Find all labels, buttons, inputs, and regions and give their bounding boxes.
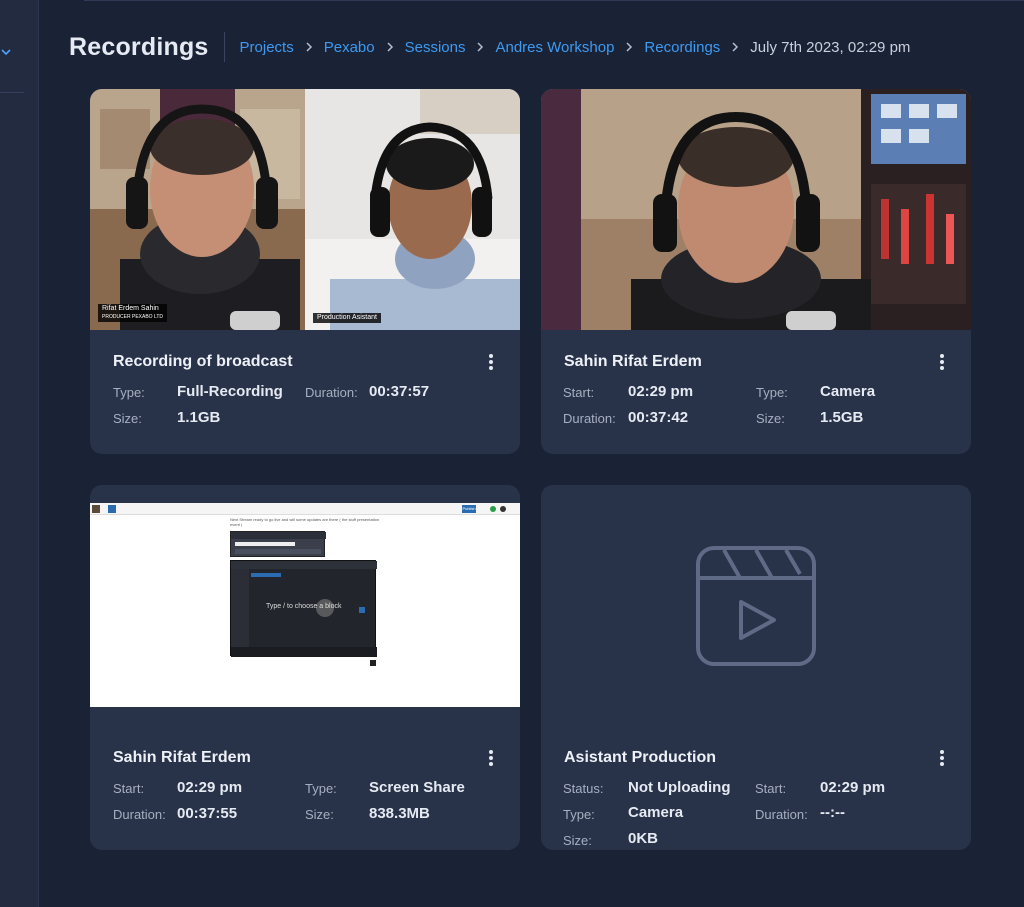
document-paragraph: Next Stream ready to go live and will so…: [230, 517, 380, 527]
more-options-icon[interactable]: [937, 747, 947, 769]
editor-toolbar: Publish: [90, 503, 520, 515]
field-label: Type:: [113, 385, 145, 400]
field-value: --:--: [820, 804, 845, 821]
camera-thumbnail-image: [541, 89, 971, 330]
field-value: 838.3MB: [369, 805, 430, 822]
recording-card[interactable]: Publish Next Stream ready to go live and…: [90, 485, 520, 850]
breadcrumb-pexabo[interactable]: Pexabo: [324, 39, 375, 56]
recording-title: Sahin Rifat Erdem: [113, 749, 251, 766]
field-label: Duration:: [755, 807, 808, 822]
page-title: Recordings: [69, 32, 209, 61]
field-value: Camera: [820, 383, 876, 400]
participant-name-tag: Production Asistant: [313, 313, 381, 323]
field-value: 00:37:42: [628, 409, 689, 426]
field-label: Start:: [755, 781, 787, 796]
participant-company: PRODUCER PEXABO LTD: [102, 314, 164, 320]
block-prompt: Type / to choose a block: [266, 603, 342, 610]
recording-thumbnail[interactable]: Publish Next Stream ready to go live and…: [90, 485, 520, 726]
field-label: Size:: [305, 807, 334, 822]
field-value: Screen Share: [369, 779, 465, 796]
video-call-thumbnail-image: [90, 89, 520, 330]
field-value: 00:37:55: [177, 805, 238, 822]
recording-card[interactable]: Rifat Erdem Sahin PRODUCER PEXABO LTD Pr…: [90, 89, 520, 454]
recording-title: Asistant Production: [564, 749, 717, 766]
field-label: Size:: [563, 833, 592, 848]
publish-button: Publish: [462, 505, 476, 513]
participant-name: Rifat Erdem Sahin: [102, 305, 159, 312]
recording-thumbnail[interactable]: [541, 485, 971, 726]
field-value: 02:29 pm: [628, 383, 694, 400]
chevron-down-icon[interactable]: [0, 46, 12, 58]
chevron-right-icon: [731, 41, 739, 53]
field-label: Size:: [756, 411, 785, 426]
field-label: Start:: [563, 385, 595, 400]
page-header: Recordings Projects Pexabo Sessions Andr…: [69, 30, 910, 64]
field-value: 00:37:57: [369, 383, 430, 400]
field-label: Start:: [113, 781, 145, 796]
breadcrumb-current: July 7th 2023, 02:29 pm: [750, 38, 911, 56]
video-clapper-icon: [696, 545, 816, 666]
participant-name-tag: Rifat Erdem Sahin PRODUCER PEXABO LTD: [98, 304, 168, 322]
field-label: Duration:: [305, 385, 358, 400]
field-value: 02:29 pm: [177, 779, 243, 796]
screen-share-image: Publish Next Stream ready to go live and…: [90, 503, 520, 707]
field-label: Duration:: [563, 411, 616, 426]
field-value: Full-Recording: [177, 383, 283, 400]
field-value: 1.5GB: [820, 409, 864, 426]
field-value: Camera: [628, 804, 684, 821]
chevron-right-icon: [625, 41, 633, 53]
more-options-icon[interactable]: [937, 351, 947, 373]
field-value: 1.1GB: [177, 409, 221, 426]
field-label: Type:: [756, 385, 788, 400]
field-value: Not Uploading: [628, 779, 731, 796]
block-inserter-icon: [108, 505, 116, 513]
recording-thumbnail[interactable]: [541, 89, 971, 330]
field-label: Status:: [563, 781, 604, 796]
field-label: Type:: [563, 807, 595, 822]
chevron-right-icon: [386, 41, 394, 53]
recording-title: Recording of broadcast: [113, 353, 293, 370]
breadcrumb-andres-workshop[interactable]: Andres Workshop: [495, 39, 614, 56]
recording-title: Sahin Rifat Erdem: [564, 353, 702, 370]
more-options-icon[interactable]: [486, 747, 496, 769]
chevron-right-icon: [305, 41, 313, 53]
avatar: [92, 505, 100, 513]
field-value: 02:29 pm: [820, 779, 886, 796]
sidebar: [0, 0, 39, 907]
breadcrumb: Projects Pexabo Sessions Andres Workshop…: [240, 39, 911, 56]
participant-name: Production Asistant: [317, 314, 377, 321]
sidebar-divider: [0, 92, 24, 93]
breadcrumb-projects[interactable]: Projects: [240, 39, 294, 56]
field-value: 0KB: [628, 830, 659, 847]
recording-thumbnail[interactable]: Rifat Erdem Sahin PRODUCER PEXABO LTD Pr…: [90, 89, 520, 330]
breadcrumb-recordings[interactable]: Recordings: [644, 39, 720, 56]
breadcrumb-sessions[interactable]: Sessions: [405, 39, 466, 56]
field-label: Type:: [305, 781, 337, 796]
more-options-icon[interactable]: [486, 351, 496, 373]
recording-card[interactable]: Asistant Production Status: Not Uploadin…: [541, 485, 971, 850]
title-divider: [223, 32, 225, 62]
field-label: Size:: [113, 411, 142, 426]
top-divider: [84, 0, 1024, 1]
field-label: Duration:: [113, 807, 166, 822]
embedded-browser-window: [230, 531, 326, 557]
recording-card[interactable]: Sahin Rifat Erdem Start: 02:29 pm Type: …: [541, 89, 971, 454]
chevron-right-icon: [476, 41, 484, 53]
